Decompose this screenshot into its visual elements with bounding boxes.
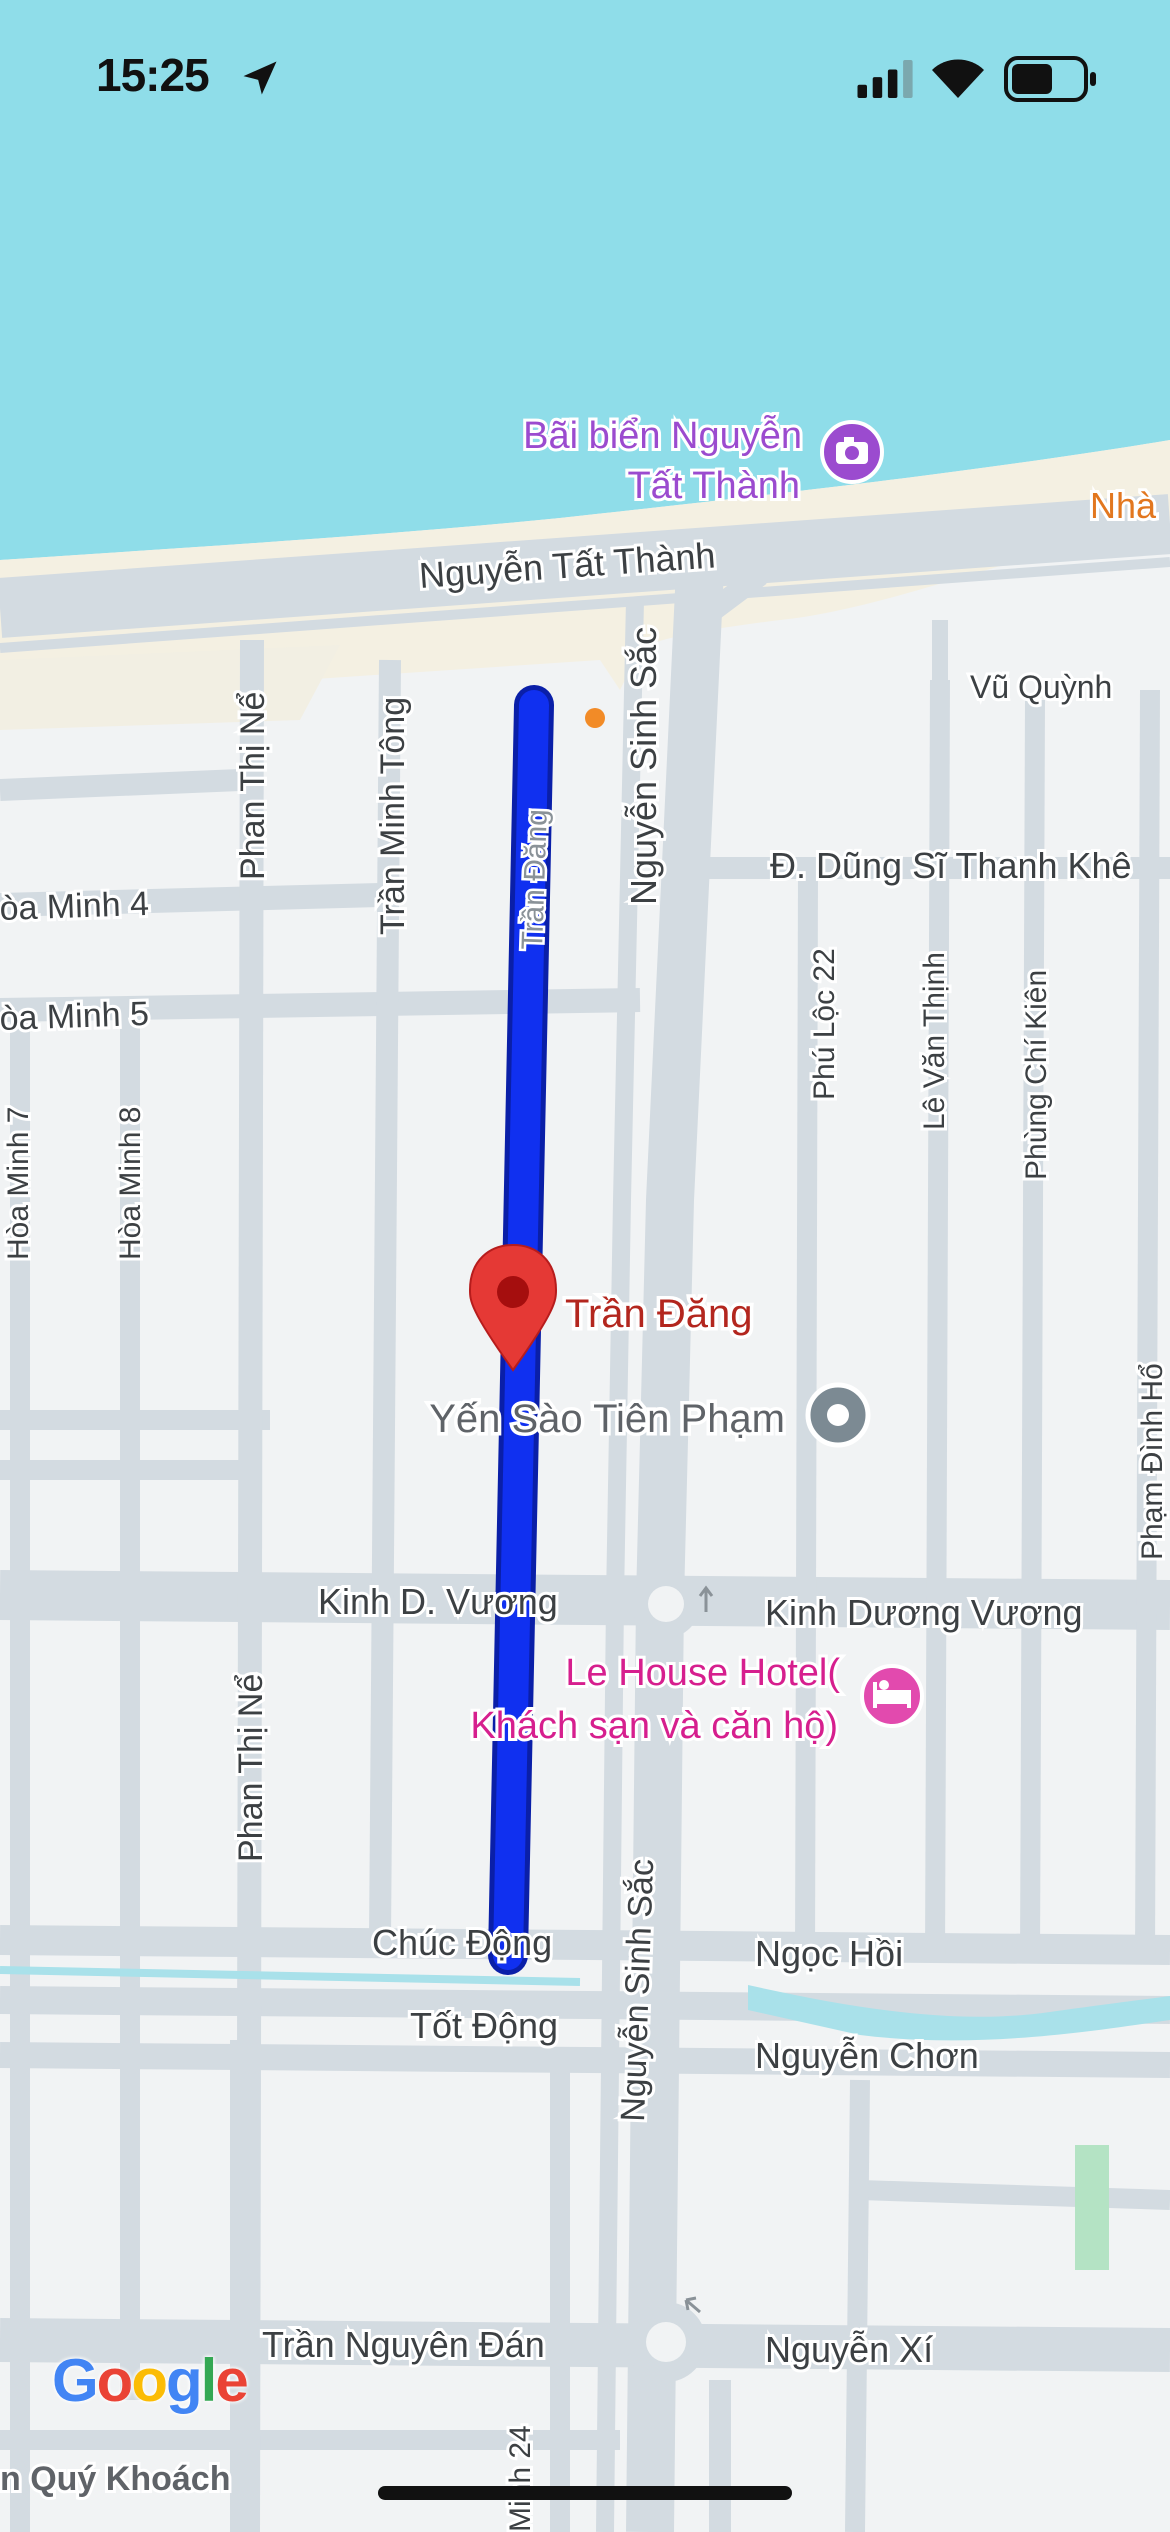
street-quy-khoach: n Quý Khoách [0, 2460, 230, 2498]
status-time: 15:25 [96, 49, 210, 101]
google-logo-letter: o [96, 2347, 134, 2414]
street-tran-minh-tong: Trần Minh Tông [374, 697, 412, 935]
street-pham-dinh-ho: Phạm Đình Hổ [1136, 1363, 1169, 1560]
map-canvas[interactable]: Bãi biển Nguyễn Tất Thành Nhà Nguyễn Tất… [0, 0, 1170, 2532]
park-area [1075, 2145, 1109, 2270]
street-kinh-duong-vuong: Kinh Dương Vương [765, 1592, 1083, 1633]
street-hoa-minh-5: òa Minh 5 [0, 995, 150, 1038]
street-ngoc-hoi: Ngọc Hồi [755, 1933, 903, 1974]
street-le-van-thinh: Lê Văn Thịnh [918, 952, 951, 1130]
street-hoa-minh-7: Hòa Minh 7 [2, 1107, 35, 1260]
google-logo: Google [52, 2346, 249, 2415]
street-tran-dang-road: Trần Đăng [516, 809, 554, 951]
poi-dot[interactable] [585, 708, 605, 728]
google-logo-letter: e [215, 2347, 248, 2414]
street-chuc-dong: Chúc Động [372, 1922, 552, 1963]
street-minh-24: Minh 24 [504, 2425, 537, 2532]
street-nguyen-sinh-sac-top: Nguyễn Sinh Sắc [623, 627, 664, 905]
google-logo-letter: g [165, 2347, 203, 2414]
street-hoa-minh-4: òa Minh 4 [0, 885, 150, 928]
home-indicator[interactable] [378, 2486, 792, 2500]
selected-place-label[interactable]: Trần Đăng [562, 1289, 757, 1340]
google-logo-letter: G [52, 2347, 99, 2414]
street-phung-chi-kien: Phùng Chí Kiên [1020, 970, 1053, 1180]
hotel-poi-name-2[interactable]: Khách sạn và căn hộ) [467, 1702, 841, 1750]
beach-poi-name-1[interactable]: Bãi biển Nguyễn [520, 411, 805, 460]
street-hoa-minh-8: Hòa Minh 8 [114, 1107, 147, 1260]
street-phan-thi-ne-bottom: Phan Thị Nể [232, 1674, 270, 1862]
yen-sao-poi-name[interactable]: Yến Sào Tiên Phạm [426, 1394, 789, 1445]
google-logo-text: Google [52, 2347, 249, 2414]
battery-icon [1004, 56, 1096, 102]
status-bar: 15:25 [0, 0, 1170, 150]
google-logo-letter: l [200, 2347, 218, 2414]
location-arrow-icon [243, 61, 277, 95]
wifi-icon [932, 59, 984, 98]
street-nguyen-chon: Nguyễn Chơn [755, 2035, 979, 2076]
street-tran-nguyen-dan: Trần Nguyên Đán [262, 2324, 545, 2365]
street-dung-si-thanh-khe: Đ. Dũng Sĩ Thanh Khê [770, 845, 1132, 886]
nha-poi-name[interactable]: Nhà [1087, 482, 1160, 529]
street-phan-thi-ne-top: Phan Thị Nể [234, 692, 272, 880]
place-icon[interactable] [805, 1382, 871, 1448]
street-tot-dong: Tốt Động [410, 2005, 558, 2046]
beach-poi-name-2[interactable]: Tất Thành [624, 462, 803, 510]
street-vu-quynh: Vũ Quỳnh [970, 669, 1112, 705]
street-kinh-d-vuong: Kinh D. Vương [318, 1581, 558, 1622]
camera-icon[interactable] [820, 420, 884, 484]
street-phu-loc-22: Phú Lộc 22 [808, 948, 841, 1100]
bed-icon[interactable] [860, 1664, 924, 1728]
cellular-signal-icon [857, 60, 913, 98]
street-nguyen-xi: Nguyễn Xí [765, 2329, 933, 2370]
google-logo-letter: o [131, 2347, 168, 2414]
hotel-poi-name-1[interactable]: Le House Hotel( [562, 1649, 843, 1697]
